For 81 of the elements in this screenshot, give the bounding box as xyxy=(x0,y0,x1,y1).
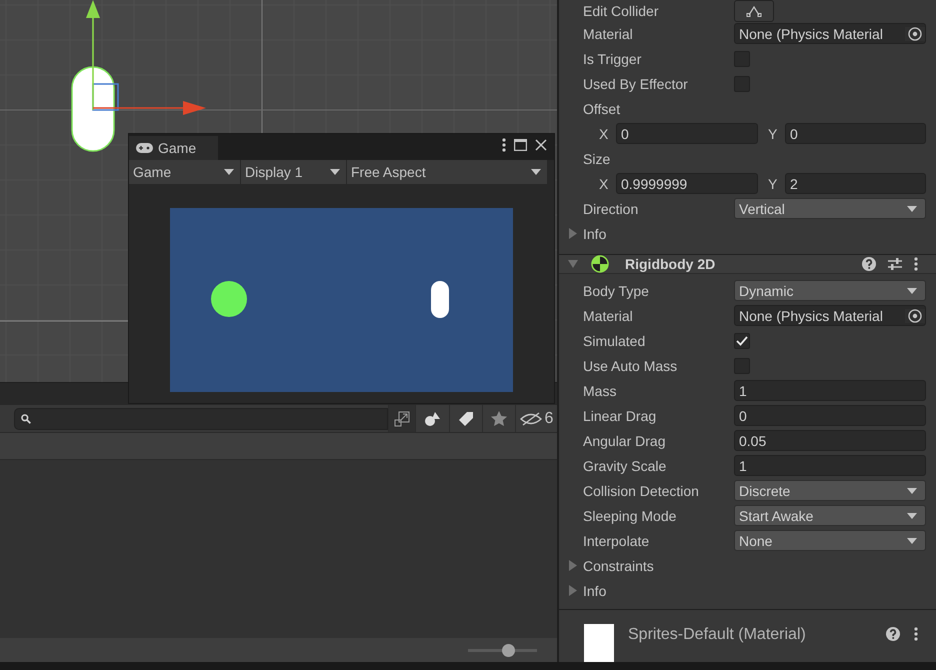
dropdown[interactable]: Start Awake xyxy=(734,505,926,526)
help-icon[interactable] xyxy=(886,627,900,641)
target-icon[interactable] xyxy=(908,308,922,322)
property-label: Offset xyxy=(582,100,622,116)
number-field[interactable]: 2 xyxy=(785,173,926,194)
property-label: Simulated xyxy=(582,332,646,348)
property-label: Is Trigger xyxy=(582,50,642,66)
toolbar-dropdown[interactable]: Display 1 xyxy=(241,160,346,184)
property-label: Gravity Scale xyxy=(582,458,668,474)
search-field[interactable] xyxy=(14,408,388,430)
caret-icon xyxy=(907,512,917,518)
number-field[interactable]: 1 xyxy=(734,380,926,401)
caret-icon xyxy=(907,206,917,212)
property-label: Collision Detection xyxy=(582,482,700,498)
gamepad-icon xyxy=(136,143,153,153)
axis-label: Y xyxy=(768,126,778,142)
move-gizmo-drawing[interactable] xyxy=(86,0,206,115)
object-field[interactable]: None (Physics Material xyxy=(734,23,926,44)
property-label: Size xyxy=(582,150,612,166)
more-icon[interactable] xyxy=(502,138,506,152)
caret-icon xyxy=(330,169,340,175)
property-label: Material xyxy=(582,308,634,324)
axis-label: Y xyxy=(768,176,778,192)
foldout-label[interactable]: Info xyxy=(583,582,606,598)
popout-button[interactable] xyxy=(388,405,415,432)
dropdown[interactable]: Dynamic xyxy=(734,280,926,301)
axis-label: X xyxy=(599,126,610,142)
material-title: Sprites-Default (Material) xyxy=(628,626,806,644)
component-title: Rigidbody 2D xyxy=(625,256,716,272)
number-field[interactable]: 1 xyxy=(734,455,926,476)
target-icon[interactable] xyxy=(908,26,922,40)
dropdown[interactable]: Discrete xyxy=(734,480,926,501)
caret-icon xyxy=(907,488,917,494)
close-icon[interactable] xyxy=(535,139,547,151)
caret-icon xyxy=(907,288,917,294)
edit-collider-button[interactable] xyxy=(734,0,774,22)
property-label: Direction xyxy=(582,200,640,216)
search-icon xyxy=(21,414,31,424)
help-icon[interactable] xyxy=(862,257,876,271)
property-label: Use Auto Mass xyxy=(582,358,678,374)
dropdown[interactable]: None xyxy=(734,530,926,551)
star-icon xyxy=(491,411,507,426)
property-label: Angular Drag xyxy=(582,432,666,448)
shapes-icon xyxy=(424,410,442,426)
axis-label: X xyxy=(599,176,610,192)
more-icon[interactable] xyxy=(914,627,918,641)
property-label: Sleeping Mode xyxy=(582,508,678,524)
property-label: Interpolate xyxy=(582,532,650,548)
number-field[interactable]: 0.9999999 xyxy=(616,173,758,194)
object-field[interactable]: None (Physics Material xyxy=(734,305,926,326)
number-field[interactable]: 0 xyxy=(785,123,926,144)
slider-thumb[interactable] xyxy=(502,644,516,656)
maximize-icon[interactable] xyxy=(514,139,527,151)
presets-icon[interactable] xyxy=(888,257,902,271)
property-label: Body Type xyxy=(582,282,650,298)
number-field[interactable]: 0 xyxy=(616,123,758,144)
game-tab[interactable]: Game xyxy=(129,136,218,160)
caret-icon xyxy=(907,538,917,544)
toolbar-dropdown[interactable]: Free Aspect xyxy=(347,160,547,184)
checkbox[interactable] xyxy=(734,332,750,348)
edit-shape-icon xyxy=(746,4,762,16)
hidden-eye-icon xyxy=(520,412,542,426)
caret-icon xyxy=(224,169,234,175)
ball xyxy=(211,281,247,317)
number-field[interactable]: 0 xyxy=(734,405,926,426)
property-label: Used By Effector xyxy=(582,76,689,92)
dropdown[interactable]: Vertical xyxy=(734,198,926,219)
material-swatch xyxy=(584,624,614,662)
toolbar-dropdown[interactable]: Game xyxy=(129,160,240,184)
number-field[interactable]: 0.05 xyxy=(734,430,926,451)
popout-icon xyxy=(394,410,410,426)
foldout-label[interactable]: Constraints xyxy=(583,558,654,574)
property-label: Linear Drag xyxy=(582,408,658,424)
tag-icon xyxy=(458,410,474,426)
more-icon[interactable] xyxy=(914,257,918,271)
property-label: Edit Collider xyxy=(582,2,660,18)
property-label: Material xyxy=(582,26,634,42)
property-label: Mass xyxy=(582,382,618,398)
foldout-label[interactable]: Info xyxy=(583,226,606,242)
caret-icon xyxy=(531,169,541,175)
paddle xyxy=(431,281,449,318)
